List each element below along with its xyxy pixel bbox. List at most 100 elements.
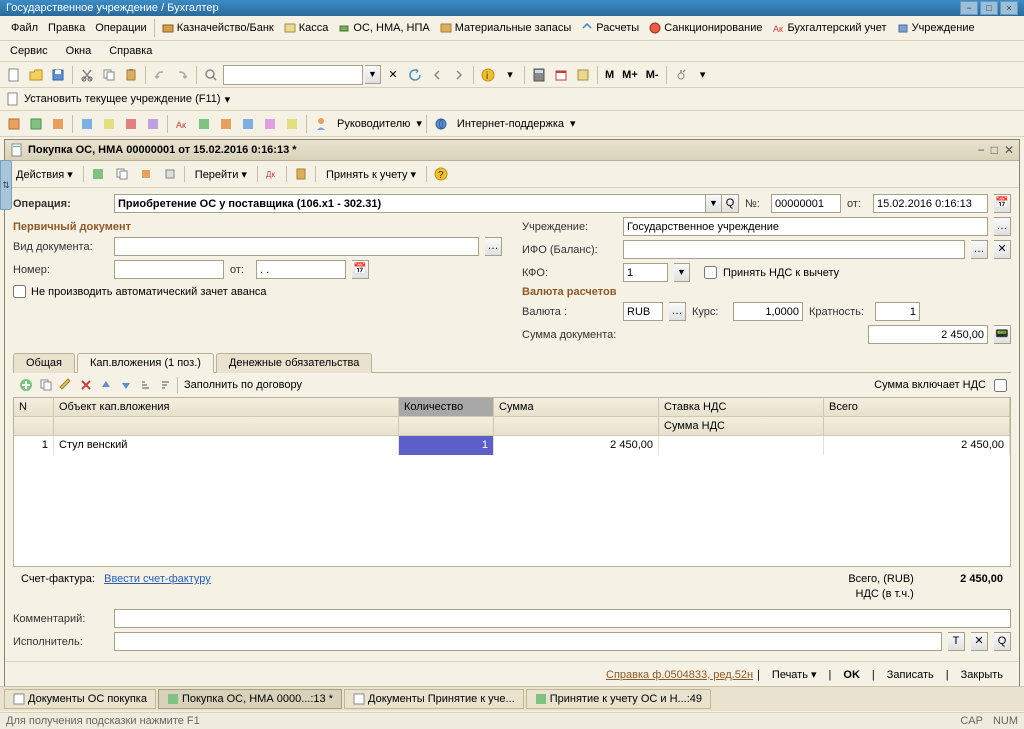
close-button[interactable]: × <box>1000 1 1018 15</box>
table-row[interactable]: 1 Стул венский 1 2 450,00 2 450,00 <box>14 436 1010 455</box>
settings-dropdown[interactable]: ▾ <box>693 65 713 85</box>
schedule-icon[interactable] <box>573 65 593 85</box>
report2-icon[interactable] <box>26 114 46 134</box>
leader-button[interactable]: Руководителю <box>333 118 414 130</box>
info-icon[interactable]: i <box>478 65 498 85</box>
report13-icon[interactable] <box>282 114 302 134</box>
nav-back-icon[interactable] <box>427 65 447 85</box>
goto-button[interactable]: Перейти ▾ <box>189 166 253 183</box>
grid-fill-button[interactable]: Заполнить по договору <box>180 379 306 391</box>
menu-service[interactable]: Сервис <box>6 43 52 59</box>
stamp-icon[interactable] <box>136 164 156 184</box>
grid-add-icon[interactable] <box>17 376 35 394</box>
save-icon[interactable] <box>48 65 68 85</box>
refresh-icon[interactable] <box>405 65 425 85</box>
col-obj[interactable]: Объект кап.вложения <box>54 398 399 417</box>
col-total[interactable]: Всего <box>824 398 1010 417</box>
cell-obj[interactable]: Стул венский <box>54 436 399 455</box>
sf-link[interactable]: Ввести счет-фактуру <box>104 573 211 585</box>
calendar-icon[interactable] <box>551 65 571 85</box>
report10-icon[interactable] <box>216 114 236 134</box>
save-button[interactable]: Записать <box>879 667 942 683</box>
doc-close[interactable]: ✕ <box>1004 143 1014 157</box>
memory-m-plus[interactable]: М+ <box>619 69 641 81</box>
grid-sort-desc-icon[interactable] <box>157 376 175 394</box>
ref-link[interactable]: Справка ф.0504833, ред.52н <box>606 669 753 681</box>
comment-input[interactable] <box>114 609 1011 628</box>
operation-input[interactable] <box>114 194 706 213</box>
help-icon[interactable]: ? <box>431 164 451 184</box>
operation-dropdown[interactable]: ▼ <box>706 194 722 213</box>
num-input[interactable] <box>771 194 841 213</box>
redo-icon[interactable] <box>172 65 192 85</box>
actions-button[interactable]: Действия ▾ <box>10 166 79 183</box>
menu-institution[interactable]: Учреждение <box>892 19 980 37</box>
clipboard-icon[interactable] <box>291 164 311 184</box>
search-dropdown[interactable]: ▼ <box>365 65 381 84</box>
col-vat-rate[interactable]: Ставка НДС <box>659 398 824 417</box>
executor-t[interactable]: T <box>948 632 965 651</box>
tab-cap[interactable]: Кап.вложения (1 поз.) <box>77 353 214 373</box>
inst-select[interactable]: … <box>994 217 1011 236</box>
dropdown-icon[interactable]: ▾ <box>500 65 520 85</box>
report9-icon[interactable] <box>194 114 214 134</box>
cut-icon[interactable] <box>77 65 97 85</box>
kfo-dropdown[interactable]: ▼ <box>674 263 690 282</box>
ifo-select[interactable]: … <box>971 240 988 259</box>
incl-nds-checkbox[interactable] <box>994 379 1007 392</box>
operation-clear[interactable]: Q <box>722 194 739 213</box>
inst-input[interactable] <box>623 217 988 236</box>
ifo-input[interactable] <box>623 240 965 259</box>
set-institution-dropdown[interactable]: ▾ <box>225 93 231 106</box>
grid-sort-asc-icon[interactable] <box>137 376 155 394</box>
nav-fwd-icon[interactable] <box>449 65 469 85</box>
calc-icon[interactable] <box>529 65 549 85</box>
rate-input[interactable] <box>733 302 803 321</box>
search-input[interactable] <box>223 65 363 85</box>
maximize-button[interactable]: □ <box>980 1 998 15</box>
set-institution-link[interactable]: Установить текущее учреждение (F11) <box>24 93 221 105</box>
report6-icon[interactable] <box>121 114 141 134</box>
report8-icon[interactable]: Ак <box>172 114 192 134</box>
nds-checkbox[interactable] <box>704 266 717 279</box>
clear-search-icon[interactable]: ✕ <box>383 65 403 85</box>
col-sum[interactable]: Сумма <box>494 398 659 417</box>
doc-minimize[interactable]: − <box>978 143 985 157</box>
currency-input[interactable] <box>623 302 663 321</box>
undo-icon[interactable] <box>150 65 170 85</box>
task-3[interactable]: Документы Принятие к уче... <box>344 689 524 709</box>
paste-icon[interactable] <box>121 65 141 85</box>
menu-operations[interactable]: Операции <box>90 19 151 37</box>
copy-doc-icon[interactable] <box>112 164 132 184</box>
task-1[interactable]: Документы ОС покупка <box>4 689 156 709</box>
ifo-clear[interactable]: ✕ <box>994 240 1011 259</box>
col-n[interactable]: N <box>14 398 54 417</box>
col-vat-sum[interactable]: Сумма НДС <box>659 417 824 436</box>
number-input[interactable] <box>114 260 224 279</box>
cell-vat[interactable] <box>659 436 824 455</box>
task-2[interactable]: Покупка ОС, НМА 0000...:13 * <box>158 689 342 709</box>
doc-type-select[interactable]: … <box>485 237 502 256</box>
cell-qty[interactable]: 1 <box>399 436 494 455</box>
post-icon[interactable] <box>88 164 108 184</box>
menu-help[interactable]: Справка <box>105 43 156 59</box>
clear-icon[interactable] <box>160 164 180 184</box>
print-button[interactable]: Печать ▾ <box>764 666 825 683</box>
date-input[interactable] <box>873 194 988 213</box>
grid-up-icon[interactable] <box>97 376 115 394</box>
from-date-input[interactable] <box>256 260 346 279</box>
menu-sanction[interactable]: Санкционирование <box>644 19 767 37</box>
menu-edit[interactable]: Правка <box>43 19 90 37</box>
menu-cash[interactable]: Касса <box>279 19 334 37</box>
report7-icon[interactable] <box>143 114 163 134</box>
memory-m[interactable]: М <box>602 69 617 81</box>
menu-calc[interactable]: Расчеты <box>576 19 644 37</box>
col-qty[interactable]: Количество <box>399 398 494 417</box>
support-dropdown[interactable]: ▾ <box>570 117 576 130</box>
ok-button[interactable]: OK <box>835 667 868 683</box>
accept-button[interactable]: Принять к учету ▾ <box>320 166 422 183</box>
menu-treasury[interactable]: Казначейство/Банк <box>157 19 279 37</box>
menu-accounting[interactable]: АкБухгалтерский учет <box>767 19 891 37</box>
doc-sum-calc[interactable]: 📟 <box>994 325 1011 344</box>
close-button[interactable]: Закрыть <box>953 667 1011 683</box>
